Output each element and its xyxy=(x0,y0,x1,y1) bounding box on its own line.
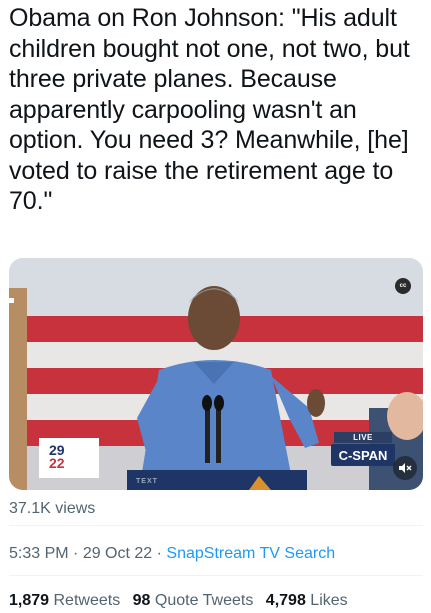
engagement-stats: 1,879 Retweets 98 Quote Tweets 4,798 Lik… xyxy=(9,592,356,610)
mute-icon xyxy=(399,463,412,473)
tweet-time[interactable]: 5:33 PM xyxy=(9,545,69,562)
separator: · xyxy=(152,545,167,562)
retweets-label: Retweets xyxy=(53,592,121,609)
quote-tweets-link[interactable]: 98 Quote Tweets xyxy=(133,592,254,609)
video-player[interactable]: 29 22 TEXT cc LIVE C-SPAN xyxy=(9,258,423,490)
event-logo-bottom: 22 xyxy=(49,455,65,471)
separator: · xyxy=(68,545,83,562)
event-logo: 29 22 xyxy=(49,443,89,474)
retweets-link[interactable]: 1,879 Retweets xyxy=(9,592,120,609)
tweet-date[interactable]: 29 Oct 22 xyxy=(83,545,152,562)
divider xyxy=(9,575,423,576)
retweets-count: 1,879 xyxy=(9,592,50,609)
view-count: 37.1K views xyxy=(9,500,96,517)
divider xyxy=(9,525,423,526)
tweet-text: Obama on Ron Johnson: "His adult childre… xyxy=(9,4,417,215)
likes-label: Likes xyxy=(310,592,348,609)
closed-captions-button[interactable]: cc xyxy=(395,278,411,294)
network-logo: C-SPAN xyxy=(331,444,395,466)
quotes-count: 98 xyxy=(132,592,151,609)
live-badge: LIVE xyxy=(334,432,392,443)
source-link[interactable]: SnapStream TV Search xyxy=(166,545,335,562)
likes-link[interactable]: 4,798 Likes xyxy=(266,592,348,609)
podium-label: TEXT xyxy=(136,478,158,485)
tweet-metadata: 5:33 PM · 29 Oct 22 · SnapStream TV Sear… xyxy=(9,545,335,563)
speaker-muted-icon[interactable] xyxy=(393,456,417,480)
likes-count: 4,798 xyxy=(265,592,306,609)
quotes-label: Quote Tweets xyxy=(154,592,254,609)
